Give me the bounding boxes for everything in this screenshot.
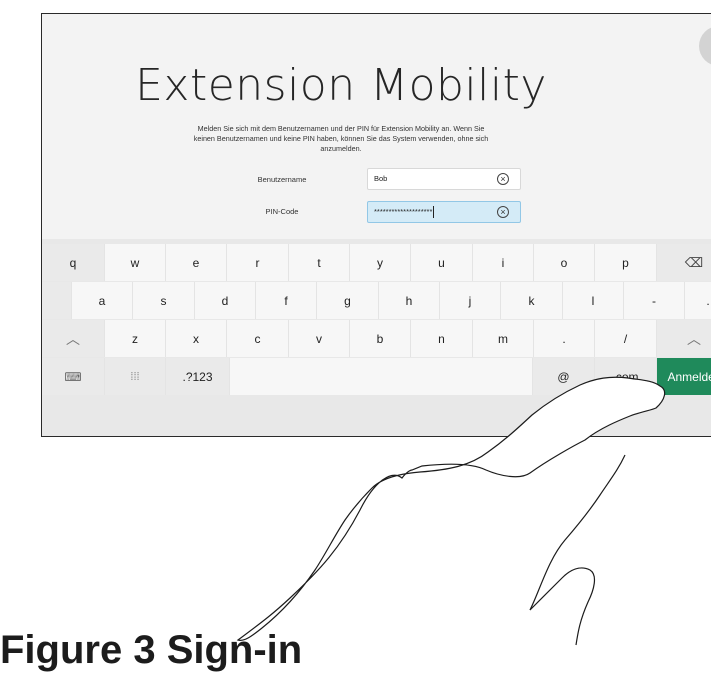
key-z[interactable]: z (105, 320, 166, 357)
hide-keyboard-key[interactable]: ⌨ (42, 358, 105, 395)
username-label: Benutzername (257, 175, 307, 184)
page-title: Extension Mobility (135, 60, 547, 111)
key-m[interactable]: m (473, 320, 534, 357)
key-dotcom[interactable]: .com (595, 358, 657, 395)
keypad-key[interactable]: ⁞⁞⁞ (105, 358, 166, 395)
key-h[interactable]: h (379, 282, 440, 319)
dialpad-icon: ⁞⁞⁞ (130, 370, 140, 383)
key-g[interactable]: g (317, 282, 379, 319)
chevron-up-icon: ︿ (66, 330, 80, 347)
key-k[interactable]: k (501, 282, 563, 319)
backspace-key[interactable]: ⌫ (657, 244, 711, 281)
key-v[interactable]: v (289, 320, 350, 357)
key-dot[interactable]: . (534, 320, 595, 357)
key-s[interactable]: s (133, 282, 195, 319)
key-dash[interactable]: - (624, 282, 685, 319)
key-q[interactable]: q (42, 244, 105, 281)
key-r[interactable]: r (227, 244, 289, 281)
key-d[interactable]: d (195, 282, 256, 319)
key-y[interactable]: y (350, 244, 411, 281)
close-button[interactable] (699, 26, 711, 66)
key-o[interactable]: o (534, 244, 595, 281)
key-p[interactable]: p (595, 244, 657, 281)
key-period[interactable]: . (685, 282, 711, 319)
key-c[interactable]: c (227, 320, 289, 357)
pin-label: PIN-Code (265, 207, 299, 216)
username-field[interactable]: Bob × (367, 168, 521, 190)
key-a[interactable]: a (72, 282, 133, 319)
sign-in-button[interactable]: Anmelden (657, 358, 711, 395)
key-spacer-left (42, 282, 72, 319)
key-l[interactable]: l (563, 282, 624, 319)
text-caret (433, 206, 435, 219)
key-w[interactable]: w (105, 244, 166, 281)
chevron-up-icon: ︿ (687, 330, 701, 347)
backspace-icon: ⌫ (684, 254, 704, 270)
key-i[interactable]: i (473, 244, 534, 281)
key-at[interactable]: @ (533, 358, 595, 395)
username-value: Bob (374, 174, 388, 183)
key-j[interactable]: j (440, 282, 501, 319)
key-n[interactable]: n (411, 320, 473, 357)
page-description: Melden Sie sich mit dem Benutzernamen un… (193, 124, 489, 153)
key-x[interactable]: x (166, 320, 227, 357)
key-u[interactable]: u (411, 244, 473, 281)
on-screen-keyboard: q w e r t y u i o p ⌫ a s d f g h j k l … (42, 239, 711, 436)
shift-right-key[interactable]: ︿ (657, 320, 711, 357)
pin-value: ******************** (374, 207, 433, 216)
clear-pin-icon[interactable]: × (497, 206, 509, 218)
keyboard-icon: ⌨ (64, 369, 82, 384)
key-e[interactable]: e (166, 244, 227, 281)
key-f[interactable]: f (256, 282, 317, 319)
pin-field[interactable]: ******************** × (367, 201, 521, 223)
touch-panel-screen: Extension Mobility Melden Sie sich mit d… (41, 13, 711, 437)
numbers-key[interactable]: .?123 (166, 358, 230, 395)
clear-username-icon[interactable]: × (497, 173, 509, 185)
key-slash[interactable]: / (595, 320, 657, 357)
figure-caption: Figure 3 Sign-in (0, 628, 303, 672)
shift-left-key[interactable]: ︿ (42, 320, 105, 357)
key-t[interactable]: t (289, 244, 350, 281)
space-key[interactable] (230, 358, 533, 395)
key-b[interactable]: b (350, 320, 411, 357)
